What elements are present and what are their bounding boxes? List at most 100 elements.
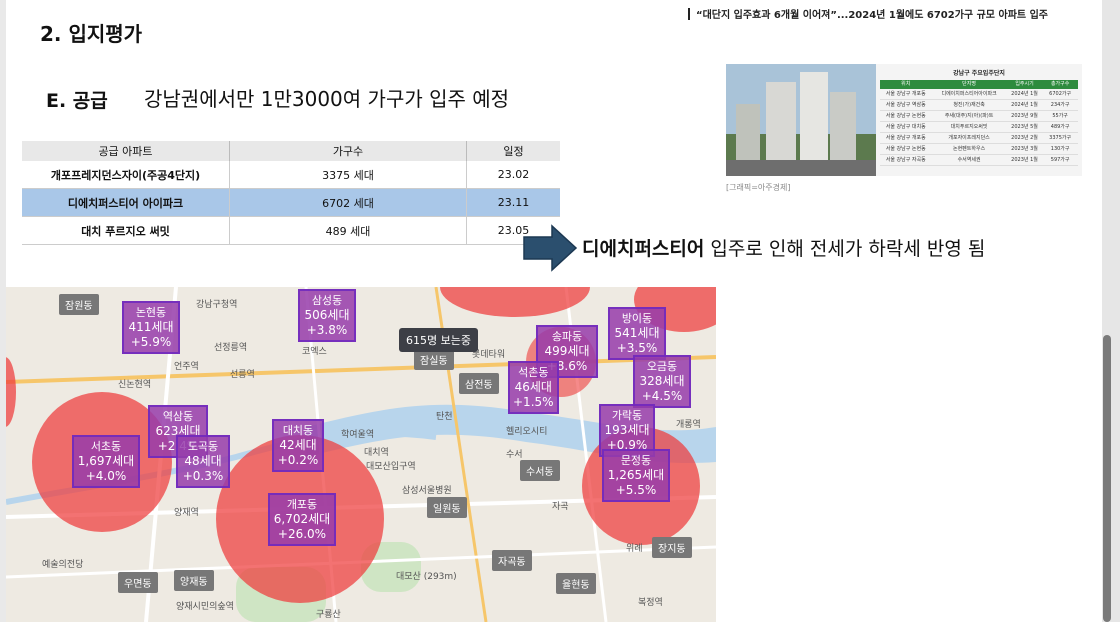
news-cell: 논현펜트하우스 <box>952 146 986 152</box>
marker-name: 역삼동 <box>162 410 194 423</box>
marker-change: +1.5% <box>513 395 554 409</box>
map-marker[interactable]: 삼성동 506세대 +3.8% <box>298 289 356 342</box>
marker-units: 48세대 <box>184 454 222 468</box>
news-col: 단지명 <box>962 81 976 87</box>
news-cell: 주새(대주)지(아)(파)트 <box>944 113 994 119</box>
cell-apartment: 개포프레지던스자이(주공4단지) <box>22 161 230 189</box>
map-marker[interactable]: 방이동 541세대 +3.5% <box>608 307 666 360</box>
district-tag[interactable]: 양재동 <box>174 570 214 591</box>
map-label: 자곡 <box>552 502 569 512</box>
district-tag[interactable]: 수서동 <box>520 460 560 481</box>
subsection-text: 강남권에서만 1만3000여 가구가 입주 예정 <box>144 87 510 111</box>
cell-schedule: 23.02 <box>466 161 560 189</box>
marker-name: 개포동 <box>286 498 318 511</box>
district-tag[interactable]: 삼전동 <box>459 373 499 394</box>
marker-name: 가락동 <box>611 409 643 422</box>
marker-units: 46세대 <box>514 380 552 394</box>
cell-schedule: 23.11 <box>466 188 560 217</box>
map-label: 대모산 (293m) <box>396 572 457 582</box>
district-tag[interactable]: 일원동 <box>427 497 467 518</box>
map-label: 선릉역 <box>230 370 255 380</box>
marker-change: +4.0% <box>85 469 127 483</box>
subsection-label: E. 공급 <box>46 90 108 112</box>
map-label: 예술의전당 <box>42 560 84 570</box>
district-tag[interactable]: 자곡동 <box>492 550 532 571</box>
news-row: 서울 강남구 논현동 주새(대주)지(아)(파)트 2023년 9월 55가구 <box>880 111 1078 122</box>
news-cell: 수서역세권 <box>957 157 981 163</box>
conclusion-rest: 입주로 인해 전세가 하락세 반영 됨 <box>704 238 986 260</box>
marker-name: 문정동 <box>620 454 652 467</box>
cell-units: 3375 세대 <box>229 161 467 189</box>
map-marker[interactable]: 논현동 411세대 +5.9% <box>122 301 180 354</box>
map-label: 대치역 <box>364 448 389 458</box>
district-tag[interactable]: 잠실동 <box>414 349 454 370</box>
viewers-popup: 615명 보는중 <box>399 328 478 352</box>
marker-units: 42세대 <box>279 438 317 452</box>
news-cell: 서울 강남구 자곡동 <box>885 157 926 163</box>
scrollbar-thumb[interactable] <box>1103 335 1111 622</box>
news-cell: 6702가구 <box>1049 91 1072 97</box>
news-image-table-title: 강남구 주요입주단지 <box>953 70 1005 77</box>
news-row: 서울 강남구 개포동 디에이치퍼스티어아이파크 2024년 1월 6702가구 <box>880 89 1078 100</box>
map-marker[interactable]: 문정동 1,265세대 +5.5% <box>602 449 670 502</box>
image-caption: [그래픽=아주경제] <box>726 183 791 192</box>
news-headline: “대단지 입주효과 6개월 이어져”...2024년 1월에도 6702가구 규… <box>696 10 1048 21</box>
map-label: 선정릉역 <box>214 343 248 353</box>
header-apartment: 공급 아파트 <box>22 141 230 161</box>
map-marker[interactable]: 서초동 1,697세대 +4.0% <box>72 435 140 488</box>
marker-change: +0.2% <box>277 453 319 467</box>
news-row: 서울 강남구 역삼동 청진(가)재건축 2024년 1월 234가구 <box>880 100 1078 111</box>
district-tag[interactable]: 율현동 <box>556 573 596 594</box>
supply-table: 공급 아파트 가구수 일정 개포프레지던스자이(주공4단지) 3375 세대 2… <box>22 141 560 245</box>
news-cell: 130가구 <box>1050 146 1070 152</box>
marker-name: 서초동 <box>90 440 122 453</box>
marker-units: 499세대 <box>544 344 590 358</box>
district-tag[interactable]: 장지동 <box>652 537 692 558</box>
news-image: 강남구 주요입주단지 위치 단지명 입주시기 총가구수 서울 강남구 개포동 디에… <box>726 64 1082 176</box>
marker-change: +5.5% <box>615 483 657 497</box>
district-tag[interactable]: 우면동 <box>118 572 158 593</box>
map-label: 학여울역 <box>341 430 375 440</box>
news-cell: 서울 강남구 대치동 <box>885 124 926 130</box>
map-label: 신논현역 <box>118 380 152 390</box>
news-row: 서울 강남구 논현동 논현펜트하우스 2023년 3월 130가구 <box>880 144 1078 155</box>
marker-units: 1,265세대 <box>607 468 665 482</box>
marker-units: 411세대 <box>128 320 174 334</box>
news-image-rows: 서울 강남구 개포동 디에이치퍼스티어아이파크 2024년 1월 6702가구 서울 강… <box>880 89 1078 166</box>
marker-change: +5.9% <box>130 335 172 349</box>
news-col: 위치 <box>901 81 911 87</box>
news-cell: 대치푸르지오써밋 <box>950 124 988 130</box>
marker-change: +26.0% <box>277 527 327 541</box>
map-marker[interactable]: 석촌동 46세대 +1.5% <box>508 361 559 414</box>
map-marker[interactable]: 개포동 6,702세대 +26.0% <box>268 493 336 546</box>
map-label: 수서 <box>506 450 523 460</box>
marker-name: 오금동 <box>646 360 678 373</box>
news-row: 서울 강남구 자곡동 수서역세권 2023년 1월 597가구 <box>880 155 1078 166</box>
map[interactable]: 강남구청역 선정릉역 선릉역 언주역 신논현역 코엑스 탄천 헬리오시티 수서 대치역 학여울역 대모… <box>6 287 716 622</box>
news-cell: 개포자이프레지던스 <box>948 135 990 141</box>
news-cell: 디에이치퍼스티어아이파크 <box>941 91 997 97</box>
news-image-table: 강남구 주요입주단지 위치 단지명 입주시기 총가구수 서울 강남구 개포동 디에… <box>876 64 1082 176</box>
map-marker[interactable]: 대치동 42세대 +0.2% <box>272 419 324 472</box>
map-marker[interactable]: 도곡동 48세대 +0.3% <box>176 435 230 488</box>
news-cell: 489가구 <box>1050 124 1070 130</box>
cell-apartment: 디에치퍼스티어 아이파크 <box>22 188 230 217</box>
marker-change: +0.3% <box>182 469 224 483</box>
news-cell: 2023년 2월 <box>1011 135 1038 141</box>
marker-change: +3.5% <box>616 341 658 355</box>
news-cell: 2023년 3월 <box>1011 146 1038 152</box>
map-marker[interactable]: 오금동 328세대 +4.5% <box>633 355 691 408</box>
map-label: 구룡산 <box>316 610 341 620</box>
news-col: 총가구수 <box>1050 81 1070 87</box>
marker-units: 193세대 <box>604 423 650 437</box>
news-row: 서울 강남구 개포동 개포자이프레지던스 2023년 2월 3375가구 <box>880 133 1078 144</box>
arrow-right-icon <box>523 224 578 272</box>
map-label: 언주역 <box>174 362 199 372</box>
map-label: 복정역 <box>638 598 663 608</box>
news-image-table-header: 위치 단지명 입주시기 총가구수 <box>880 80 1078 89</box>
district-tag[interactable]: 잠원동 <box>59 294 99 315</box>
marker-units: 506세대 <box>304 308 350 322</box>
conclusion-bold: 디에치퍼스티어 <box>582 238 705 260</box>
cell-apartment: 대치 푸르지오 써밋 <box>22 216 230 245</box>
news-cell: 2024년 1월 <box>1011 102 1038 108</box>
